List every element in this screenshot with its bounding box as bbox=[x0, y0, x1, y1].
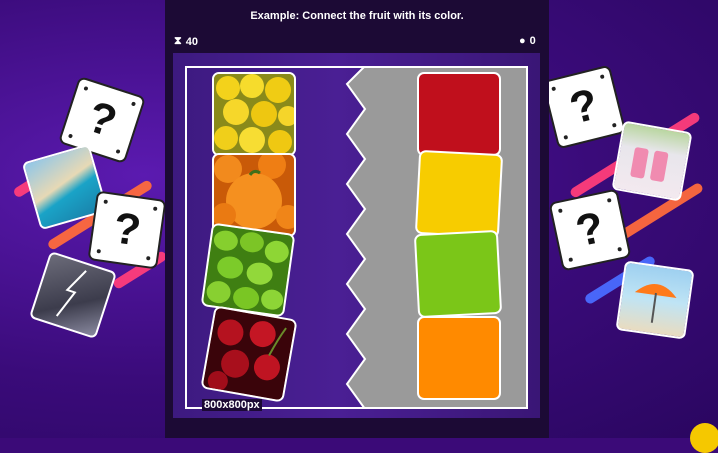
mystery-card[interactable]: ? bbox=[87, 190, 167, 270]
help-button[interactable] bbox=[690, 423, 718, 453]
umbrella-icon bbox=[634, 284, 677, 323]
board-frame-right bbox=[526, 66, 528, 409]
color-card-orange[interactable] bbox=[417, 316, 501, 400]
color-card-yellow[interactable] bbox=[414, 149, 504, 239]
turtle-icon: ● bbox=[519, 35, 526, 47]
question-mark: ? bbox=[81, 92, 123, 147]
instruction-text: Example: Connect the fruit with its colo… bbox=[250, 10, 464, 22]
lemons-image bbox=[214, 74, 294, 154]
color-card-red[interactable] bbox=[417, 72, 501, 156]
pears-image bbox=[202, 224, 294, 316]
boots-icon bbox=[630, 147, 669, 182]
timer-value: 40 bbox=[185, 35, 198, 48]
score-display: ● 0 bbox=[519, 35, 536, 47]
score-value: 0 bbox=[529, 35, 536, 47]
hourglass-icon: ⧗ bbox=[174, 35, 182, 47]
mystery-card[interactable]: ? bbox=[548, 188, 632, 272]
question-mark: ? bbox=[564, 79, 603, 134]
fruit-card-lemons[interactable] bbox=[212, 72, 296, 156]
beach-umbrella-photo[interactable] bbox=[615, 260, 695, 340]
timer-display: ⧗ 40 bbox=[174, 35, 198, 48]
board-size-label: 800x800px bbox=[202, 399, 262, 411]
question-mark: ? bbox=[571, 202, 609, 257]
question-mark: ? bbox=[110, 203, 144, 256]
boots-photo[interactable] bbox=[611, 120, 693, 202]
fruit-card-cherries[interactable] bbox=[200, 305, 298, 403]
color-card-green[interactable] bbox=[413, 229, 503, 319]
oranges-image bbox=[214, 155, 294, 235]
fruit-card-pears[interactable] bbox=[200, 222, 296, 318]
cherries-image bbox=[202, 307, 296, 401]
